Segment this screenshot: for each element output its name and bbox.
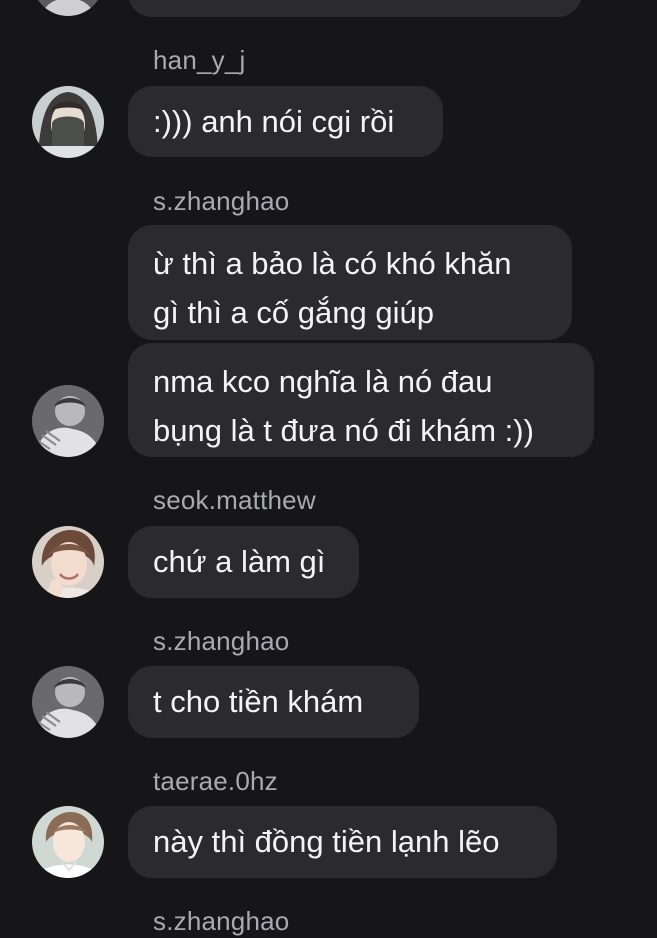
grayscale-person-avatar-icon	[32, 0, 104, 16]
message-text-line: gì thì a cố gắng giúp	[153, 295, 434, 330]
avatar[interactable]	[32, 526, 104, 598]
avatar[interactable]	[32, 86, 104, 158]
message-text: :))) anh nói cgi rồi	[153, 103, 395, 139]
avatar[interactable]	[32, 666, 104, 738]
grayscale-person-avatar-icon	[32, 385, 104, 457]
sender-username[interactable]: s.zhanghao	[153, 628, 289, 654]
sender-username[interactable]: s.zhanghao	[153, 908, 289, 934]
message-text-line: ừ thì a bảo là có khó khăn	[153, 246, 512, 281]
message-bubble[interactable]: :))) anh nói cgi rồi	[128, 86, 443, 157]
message-text: nma kco nghĩa là nó đau bụng là t đưa nó…	[153, 357, 534, 455]
sender-username[interactable]: han_y_j	[153, 47, 245, 73]
message-text: ừ thì a bảo là có khó khăn gì thì a cố g…	[153, 239, 512, 337]
avatar[interactable]	[32, 806, 104, 878]
message-bubble[interactable]: nma kco nghĩa là nó đau bụng là t đưa nó…	[128, 343, 594, 457]
message-bubble[interactable]: này thì đồng tiền lạnh lẽo	[128, 806, 557, 878]
avatar[interactable]	[32, 0, 104, 16]
smiling-person-avatar-icon	[32, 526, 104, 598]
message-bubble[interactable]: ừ thì a bảo là có khó khăn gì thì a cố g…	[128, 225, 572, 340]
white-shirt-person-avatar-icon	[32, 806, 104, 878]
message-text: t cho tiền khám	[153, 684, 364, 719]
message-text: chứ a làm gì	[153, 544, 326, 579]
sender-username[interactable]: seok.matthew	[153, 487, 316, 513]
sender-username[interactable]: s.zhanghao	[153, 188, 289, 214]
message-bubble[interactable]: t cho tiền khám	[128, 666, 419, 738]
message-bubble[interactable]: chứ a làm gì	[128, 526, 359, 598]
masked-person-avatar-icon	[32, 86, 104, 158]
grayscale-person-avatar-icon	[32, 666, 104, 738]
message-text: này thì đồng tiền lạnh lẽo	[153, 824, 500, 859]
message-text-line: bụng là t đưa nó đi khám :))	[153, 413, 534, 448]
message-text-line: nma kco nghĩa là nó đau	[153, 364, 493, 399]
sender-username[interactable]: taerae.0hz	[153, 768, 278, 794]
avatar[interactable]	[32, 385, 104, 457]
message-bubble[interactable]	[128, 0, 582, 17]
